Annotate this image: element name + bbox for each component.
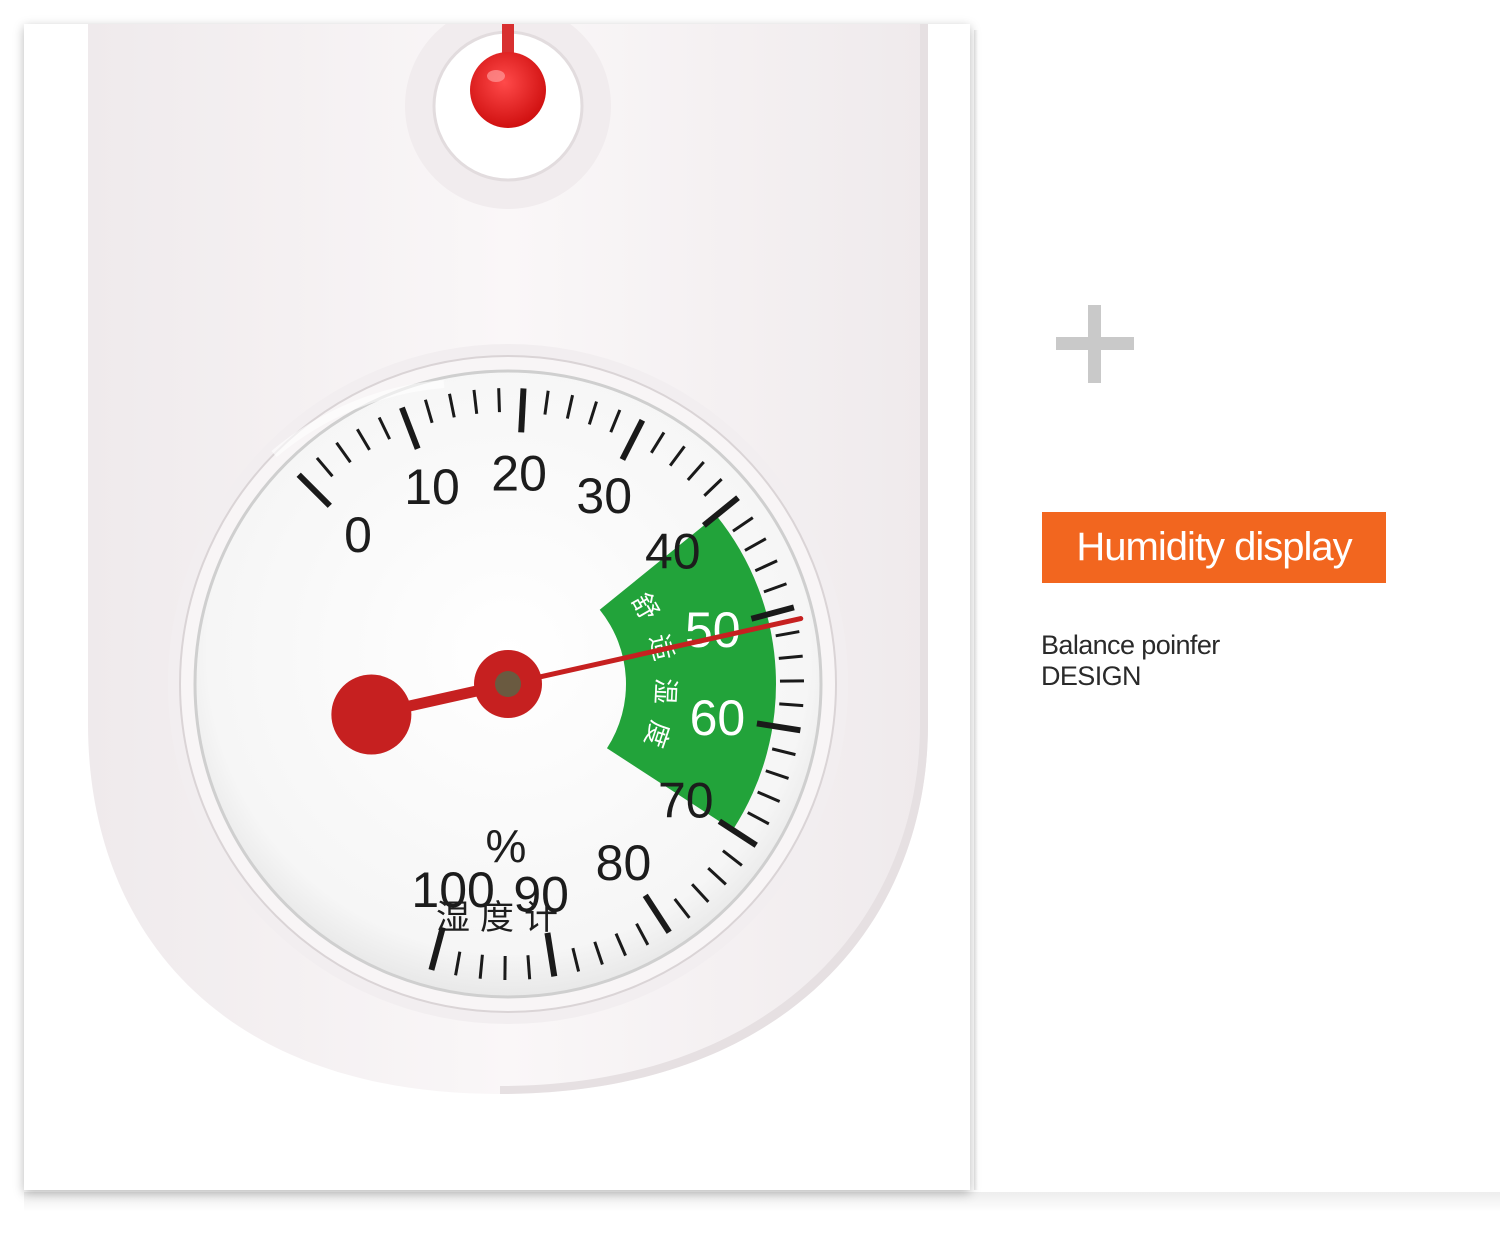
dial-tick: [526, 955, 532, 980]
dial-number: 30: [576, 468, 632, 524]
caption-line-2: DESIGN: [1041, 661, 1142, 691]
dial-number: 60: [690, 690, 746, 746]
dial-number: 0: [344, 507, 372, 563]
dial-number: 10: [404, 459, 460, 515]
feature-caption: Balance poinfer DESIGN: [1041, 630, 1220, 692]
caption-line-1: Balance poinfer: [1041, 630, 1220, 660]
dial-label: 湿度计: [436, 898, 568, 938]
dial-tick: [779, 702, 804, 708]
dial-tick: [518, 388, 527, 433]
dial-number: 80: [596, 835, 652, 891]
product-photo: 0102030405060708090100 舒适湿度 % 湿度计: [24, 24, 970, 1190]
dial-number: 20: [491, 445, 547, 501]
feature-banner: Humidity display: [1042, 512, 1386, 583]
plus-icon: [1056, 305, 1134, 383]
unit-symbol: %: [486, 820, 527, 872]
needle-pin: [495, 671, 521, 697]
hygrometer-illustration: 0102030405060708090100 舒适湿度 % 湿度计: [88, 24, 928, 1094]
dial-tick: [497, 388, 501, 413]
comfort-char: 湿: [649, 677, 680, 704]
frame-shadow: [974, 30, 978, 1190]
dial-number: 40: [645, 524, 701, 580]
needle-counterweight: [331, 674, 412, 755]
dial-number: 50: [685, 602, 741, 658]
bottom-band: [24, 1192, 1500, 1212]
dial-number: 70: [658, 772, 714, 828]
